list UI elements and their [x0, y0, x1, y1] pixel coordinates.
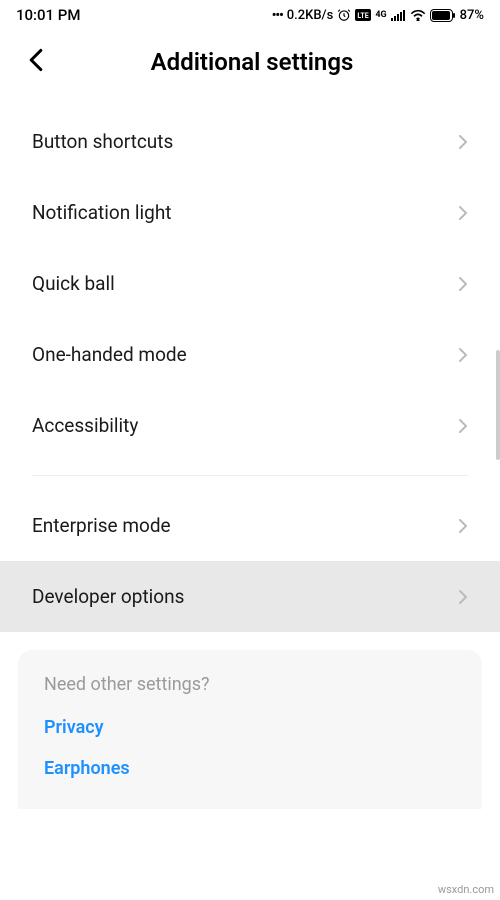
setting-label: Notification light	[32, 201, 172, 224]
chevron-right-icon	[458, 205, 468, 221]
network-4g-icon: 4G	[375, 10, 386, 20]
watermark: wsxdn.com	[438, 883, 494, 896]
chevron-right-icon	[458, 276, 468, 292]
footer-link-privacy[interactable]: Privacy	[44, 717, 456, 738]
chevron-right-icon	[458, 518, 468, 534]
battery-icon	[430, 9, 456, 22]
back-button[interactable]	[28, 48, 44, 76]
setting-quick-ball[interactable]: Quick ball	[0, 248, 500, 319]
more-icon: •••	[272, 8, 283, 23]
footer-link-earphones[interactable]: Earphones	[44, 758, 456, 779]
network-speed: 0.2KB/s	[287, 8, 334, 23]
battery-percent: 87%	[460, 8, 484, 23]
status-bar: 10:01 PM ••• 0.2KB/s LTE 4G 87%	[0, 0, 500, 28]
status-indicators: ••• 0.2KB/s LTE 4G 87%	[272, 8, 484, 23]
settings-list: Button shortcuts Notification light Quic…	[0, 96, 500, 632]
setting-button-shortcuts[interactable]: Button shortcuts	[0, 106, 500, 177]
setting-label: Developer options	[32, 585, 184, 608]
setting-enterprise-mode[interactable]: Enterprise mode	[0, 490, 500, 561]
chevron-left-icon	[28, 48, 44, 72]
setting-label: Quick ball	[32, 272, 115, 295]
setting-accessibility[interactable]: Accessibility	[0, 390, 500, 461]
chevron-right-icon	[458, 347, 468, 363]
setting-label: Button shortcuts	[32, 130, 173, 153]
signal-icon	[391, 9, 406, 21]
svg-text:LTE: LTE	[358, 12, 369, 20]
status-time: 10:01 PM	[16, 6, 80, 24]
divider	[32, 475, 468, 476]
chevron-right-icon	[458, 589, 468, 605]
chevron-right-icon	[458, 134, 468, 150]
chevron-right-icon	[458, 418, 468, 434]
setting-label: Accessibility	[32, 414, 138, 437]
footer-prompt: Need other settings?	[44, 674, 456, 695]
scrollbar[interactable]	[496, 350, 500, 460]
setting-notification-light[interactable]: Notification light	[0, 177, 500, 248]
setting-label: Enterprise mode	[32, 514, 171, 537]
setting-developer-options[interactable]: Developer options	[0, 561, 500, 632]
setting-label: One-handed mode	[32, 343, 187, 366]
wifi-icon	[410, 9, 426, 21]
page-title: Additional settings	[28, 48, 476, 76]
footer-card: Need other settings? Privacy Earphones	[18, 650, 482, 809]
header: Additional settings	[0, 28, 500, 96]
volte-icon: LTE	[355, 9, 371, 21]
setting-one-handed-mode[interactable]: One-handed mode	[0, 319, 500, 390]
alarm-icon	[337, 8, 351, 22]
